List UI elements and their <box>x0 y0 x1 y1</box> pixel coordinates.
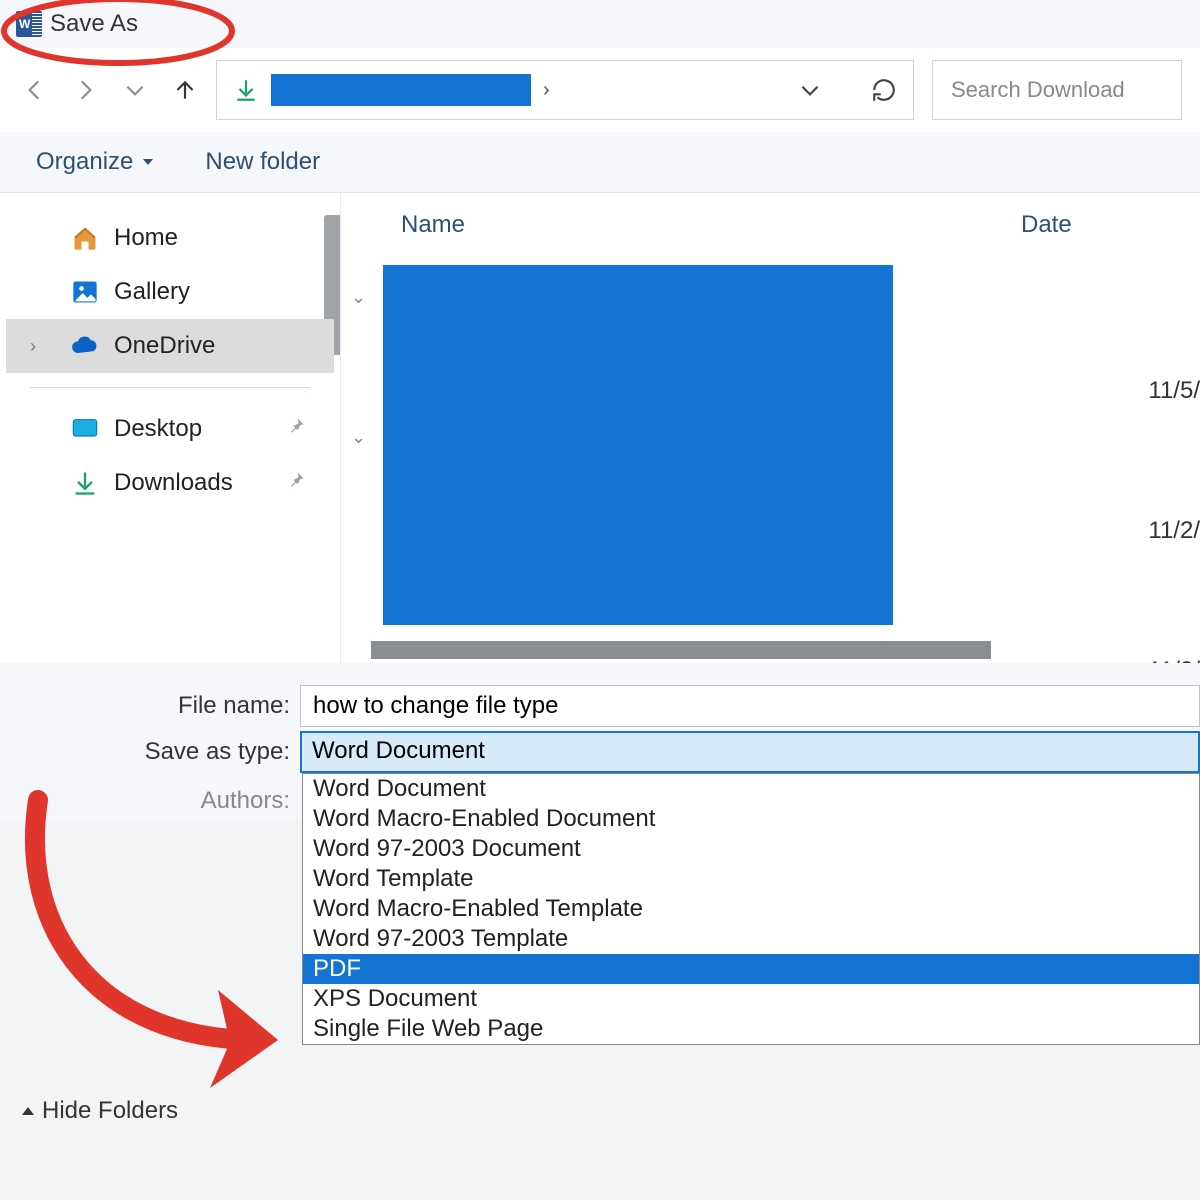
sidebar: Home Gallery › OneDrive Desk <box>0 193 340 663</box>
sidebar-item-label: Desktop <box>114 415 202 443</box>
file-list: Name Date ⌄ ⌄ 11/5/ 11/2/ 11/2/ <box>340 193 1200 663</box>
annotation-arrow <box>0 790 328 1120</box>
file-date: 11/2/ <box>1148 517 1200 545</box>
dropdown-option-pdf[interactable]: PDF <box>303 954 1199 984</box>
horizontal-scrollbar[interactable] <box>371 641 991 659</box>
savetype-dropdown: Word Document Word Macro-Enabled Documen… <box>302 773 1200 1045</box>
column-date[interactable]: Date <box>1021 211 1072 239</box>
file-names-redacted <box>383 265 893 625</box>
sidebar-item-onedrive[interactable]: › OneDrive <box>6 319 334 373</box>
breadcrumb-separator-icon: › <box>543 79 550 102</box>
file-list-header: Name Date <box>341 193 1200 257</box>
caret-up-icon <box>22 1107 34 1115</box>
refresh-icon[interactable] <box>871 77 897 103</box>
expand-chevron-icon[interactable]: › <box>30 336 36 357</box>
gallery-icon <box>70 277 100 307</box>
sidebar-item-label: OneDrive <box>114 332 215 360</box>
dropdown-option[interactable]: XPS Document <box>303 984 1199 1014</box>
sidebar-separator <box>30 387 310 388</box>
pin-icon[interactable] <box>286 469 306 497</box>
save-form: File name: Save as type: Word Document A… <box>0 663 1200 815</box>
downloads-icon <box>70 468 100 498</box>
search-input[interactable]: Search Download <box>932 60 1182 120</box>
group-chevron-icon[interactable]: ⌄ <box>351 287 366 308</box>
group-chevron-icon[interactable]: ⌄ <box>351 427 366 448</box>
file-date: 11/5/ <box>1148 377 1200 405</box>
forward-icon[interactable] <box>72 77 98 103</box>
sidebar-item-desktop[interactable]: Desktop <box>6 402 334 456</box>
filename-input[interactable] <box>300 685 1200 727</box>
sidebar-item-gallery[interactable]: Gallery <box>6 265 334 319</box>
dropdown-option[interactable]: Word 97-2003 Template <box>303 924 1199 954</box>
new-folder-button[interactable]: New folder <box>205 148 320 176</box>
home-icon <box>70 223 100 253</box>
authors-label: Authors: <box>0 787 300 815</box>
title-bar: Save As <box>0 0 1200 48</box>
sidebar-item-label: Downloads <box>114 469 233 497</box>
sidebar-item-label: Gallery <box>114 278 190 306</box>
caret-down-icon <box>143 159 153 165</box>
dropdown-option[interactable]: Word Document <box>303 774 1199 804</box>
sidebar-item-label: Home <box>114 224 178 252</box>
window-title: Save As <box>50 10 138 38</box>
sidebar-item-home[interactable]: Home <box>6 211 334 265</box>
word-icon <box>16 11 42 37</box>
search-placeholder: Search Download <box>951 77 1125 103</box>
dropdown-option[interactable]: Word Template <box>303 864 1199 894</box>
file-dates: 11/5/ 11/2/ 11/2/ <box>1148 377 1200 685</box>
sidebar-item-downloads[interactable]: Downloads <box>6 456 334 510</box>
dropdown-option[interactable]: Single File Web Page <box>303 1014 1199 1044</box>
desktop-icon <box>70 414 100 444</box>
back-icon[interactable] <box>22 77 48 103</box>
organize-menu[interactable]: Organize <box>36 148 153 176</box>
column-name[interactable]: Name <box>401 211 1021 239</box>
downloads-folder-icon <box>233 77 259 103</box>
onedrive-icon <box>70 331 100 361</box>
address-path-redacted <box>271 74 531 106</box>
hide-folders-label: Hide Folders <box>42 1097 178 1125</box>
savetype-label: Save as type: <box>0 738 300 766</box>
pin-icon[interactable] <box>286 415 306 443</box>
savetype-select[interactable]: Word Document <box>300 731 1200 773</box>
dropdown-option[interactable]: Word 97-2003 Document <box>303 834 1199 864</box>
dropdown-option[interactable]: Word Macro-Enabled Template <box>303 894 1199 924</box>
address-bar[interactable]: › <box>216 60 914 120</box>
hide-folders-button[interactable]: Hide Folders <box>10 1089 190 1133</box>
organize-label: Organize <box>36 148 133 176</box>
dropdown-option[interactable]: Word Macro-Enabled Document <box>303 804 1199 834</box>
up-icon[interactable] <box>172 77 198 103</box>
recent-chevron-icon[interactable] <box>122 77 148 103</box>
nav-bar: › Search Download <box>0 48 1200 132</box>
filename-label: File name: <box>0 692 300 720</box>
toolbar: Organize New folder <box>0 132 1200 193</box>
address-history-chevron-icon[interactable] <box>797 77 823 103</box>
